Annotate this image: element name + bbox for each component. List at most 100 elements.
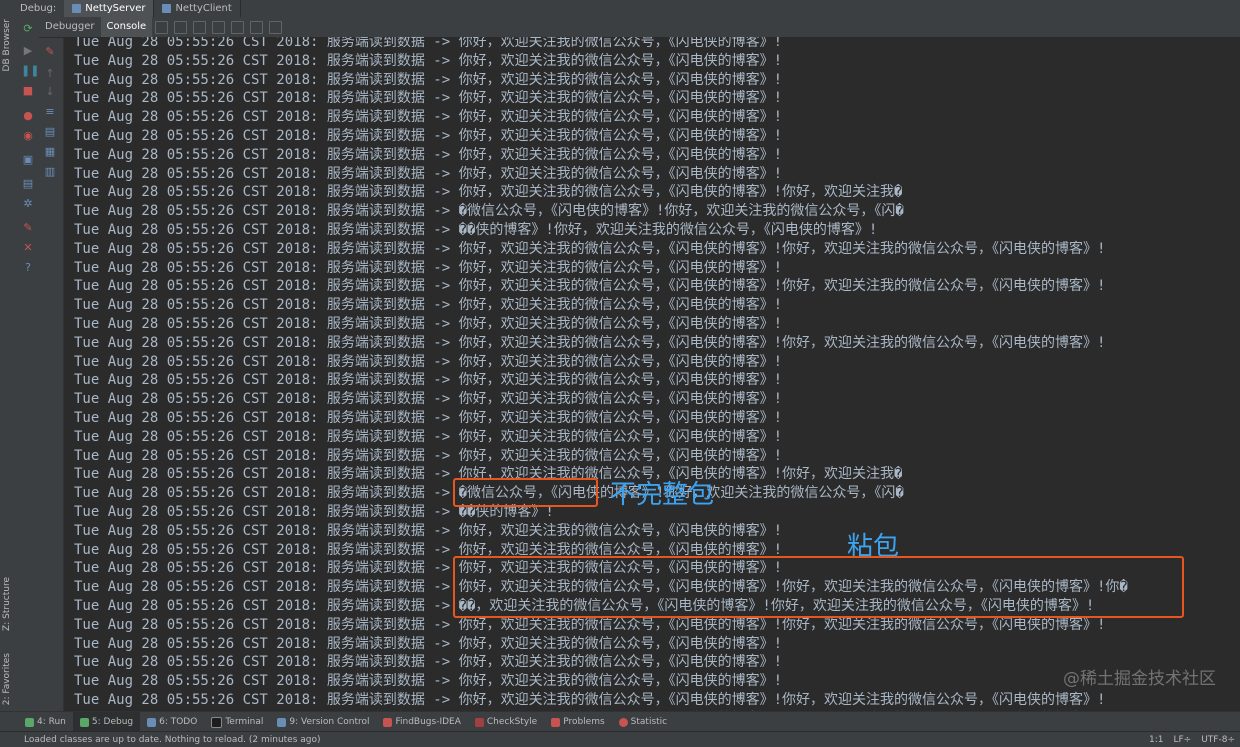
vcs-icon: [277, 717, 287, 727]
todo-icon: [147, 717, 157, 727]
log-line: Tue Aug 28 05:55:26 CST 2018: 服务端读到数据 ->…: [74, 52, 783, 69]
tab-debugger[interactable]: Debugger: [39, 17, 101, 37]
log-line: Tue Aug 28 05:55:26 CST 2018: 服务端读到数据 ->…: [74, 635, 783, 652]
log-line: Tue Aug 28 05:55:26 CST 2018: 服务端读到数据 ->…: [74, 466, 903, 483]
tool-label: 5: Debug: [91, 717, 134, 727]
tool-label: Problems: [563, 717, 605, 727]
log-line: Tue Aug 28 05:55:26 CST 2018: 服务端读到数据 ->…: [74, 278, 1106, 295]
caret-position[interactable]: 1:1: [1144, 735, 1168, 745]
tab-nettyclient[interactable]: NettyClient: [154, 0, 241, 17]
log-line: Tue Aug 28 05:55:26 CST 2018: 服务端读到数据 ->…: [74, 673, 783, 690]
stop-icon[interactable]: ■: [21, 84, 35, 98]
log-line: Tue Aug 28 05:55:26 CST 2018: 服务端读到数据 ->…: [74, 409, 783, 426]
tool-statistic[interactable]: Statistic: [612, 712, 674, 732]
log-line: Tue Aug 28 05:55:26 CST 2018: 服务端读到数据 ->…: [74, 165, 783, 182]
close-icon[interactable]: ✕: [21, 241, 35, 255]
pin-icon[interactable]: ✎: [21, 221, 35, 235]
step-over-icon[interactable]: [155, 20, 169, 34]
left-tool-strip: DB Browser Z: Structure 2: Favorites: [0, 17, 18, 711]
tool-findbugs[interactable]: FindBugs-IDEA: [376, 712, 467, 732]
camera-icon[interactable]: ▣: [21, 153, 35, 167]
terminal-icon: [211, 716, 223, 728]
tool-label: FindBugs-IDEA: [395, 717, 461, 727]
down-arrow-icon[interactable]: ↓: [43, 85, 57, 99]
scroll-end-icon[interactable]: ▤: [43, 125, 57, 139]
log-line: Tue Aug 28 05:55:26 CST 2018: 服务端读到数据 ->…: [74, 503, 554, 520]
clear-icon[interactable]: ✎: [43, 45, 57, 59]
settings-icon[interactable]: ✲: [21, 197, 35, 211]
log-line: Tue Aug 28 05:55:26 CST 2018: 服务端读到数据 ->…: [74, 90, 783, 107]
log-line: Tue Aug 28 05:55:26 CST 2018: 服务端读到数据 ->…: [74, 221, 878, 238]
resume-icon[interactable]: ▶: [21, 44, 35, 58]
log-line: Tue Aug 28 05:55:26 CST 2018: 服务端读到数据 ->…: [74, 447, 783, 464]
up-arrow-icon[interactable]: ↑: [43, 67, 57, 81]
force-step-into-icon[interactable]: [193, 20, 207, 34]
app-icon: [72, 4, 82, 13]
breakpoints-icon[interactable]: ●: [21, 109, 35, 123]
log-line: Tue Aug 28 05:55:26 CST 2018: 服务端读到数据 ->…: [74, 203, 904, 220]
line-separator[interactable]: LF÷: [1168, 735, 1196, 745]
app-icon: [162, 4, 172, 13]
tab-label: NettyClient: [175, 3, 232, 14]
watermark: @稀土掘金技术社区: [1063, 669, 1216, 689]
soft-wrap-icon[interactable]: ≡: [43, 105, 57, 119]
log-line: Tue Aug 28 05:55:26 CST 2018: 服务端读到数据 ->…: [74, 522, 783, 539]
log-line: Tue Aug 28 05:55:26 CST 2018: 服务端读到数据 ->…: [74, 259, 783, 276]
incomplete-packet-highlight: [453, 478, 598, 507]
log-line: Tue Aug 28 05:55:26 CST 2018: 服务端读到数据 ->…: [74, 616, 1106, 633]
status-bar: Loaded classes are up to date. Nothing t…: [0, 731, 1240, 747]
log-line: Tue Aug 28 05:55:26 CST 2018: 服务端读到数据 ->…: [74, 297, 783, 314]
console-output[interactable]: Tue Aug 28 05:55:26 CST 2018: 服务端读到数据 ->…: [64, 37, 1240, 711]
statistic-icon: [618, 717, 628, 727]
layout-icon[interactable]: ▤: [21, 177, 35, 191]
log-line: Tue Aug 28 05:55:26 CST 2018: 服务端读到数据 ->…: [74, 654, 783, 671]
frames-icon[interactable]: [269, 20, 283, 34]
mute-breakpoints-icon[interactable]: ◉: [21, 129, 35, 143]
log-line: Tue Aug 28 05:55:26 CST 2018: 服务端读到数据 ->…: [74, 37, 783, 50]
tool-run[interactable]: 4: Run: [18, 712, 73, 732]
tab-nettyserver[interactable]: NettyServer: [64, 0, 155, 17]
tool-terminal[interactable]: Terminal: [204, 712, 270, 732]
evaluate-icon[interactable]: [250, 20, 264, 34]
trash-icon[interactable]: ▥: [43, 165, 57, 179]
tool-debug[interactable]: 5: Debug: [72, 712, 141, 732]
log-line: Tue Aug 28 05:55:26 CST 2018: 服务端读到数据 ->…: [74, 485, 904, 502]
favorites-tab[interactable]: 2: Favorites: [2, 653, 12, 705]
file-encoding[interactable]: UTF-8÷: [1196, 735, 1240, 745]
checkstyle-icon: [474, 717, 484, 727]
tool-label: CheckStyle: [486, 717, 538, 727]
tab-console[interactable]: Console: [100, 17, 153, 37]
step-out-icon[interactable]: [212, 20, 226, 34]
pause-icon[interactable]: ❚❚: [21, 64, 39, 78]
log-line: Tue Aug 28 05:55:26 CST 2018: 服务端读到数据 ->…: [74, 146, 783, 163]
log-line: Tue Aug 28 05:55:26 CST 2018: 服务端读到数据 ->…: [74, 315, 783, 332]
debug-label: Debug:: [20, 3, 57, 14]
log-line: Tue Aug 28 05:55:26 CST 2018: 服务端读到数据 ->…: [74, 353, 783, 370]
log-line: Tue Aug 28 05:55:26 CST 2018: 服务端读到数据 ->…: [74, 240, 1106, 257]
tool-label: 9: Version Control: [289, 717, 370, 727]
log-line: Tue Aug 28 05:55:26 CST 2018: 服务端读到数据 ->…: [74, 184, 903, 201]
findbugs-icon: [383, 717, 393, 727]
run-to-cursor-icon[interactable]: [231, 20, 245, 34]
debugger-console-tabs: Debugger Console: [39, 17, 1240, 38]
log-line: Tue Aug 28 05:55:26 CST 2018: 服务端读到数据 ->…: [74, 372, 783, 389]
tool-label: 6: TODO: [159, 717, 198, 727]
tool-version-control[interactable]: 9: Version Control: [270, 712, 376, 732]
tool-checkstyle[interactable]: CheckStyle: [468, 712, 544, 732]
tab-label: NettyServer: [85, 3, 146, 14]
db-browser-tab[interactable]: DB Browser: [2, 19, 12, 71]
run-icon: [25, 717, 34, 727]
debug-icon: [79, 717, 89, 727]
structure-tab[interactable]: Z: Structure: [2, 577, 12, 631]
log-line: Tue Aug 28 05:55:26 CST 2018: 服务端读到数据 ->…: [74, 127, 783, 144]
log-line: Tue Aug 28 05:55:26 CST 2018: 服务端读到数据 ->…: [74, 428, 783, 445]
print-icon[interactable]: ▦: [43, 145, 57, 159]
log-line: Tue Aug 28 05:55:26 CST 2018: 服务端读到数据 ->…: [74, 391, 783, 408]
tool-problems[interactable]: Problems: [544, 712, 611, 732]
tool-label: Statistic: [630, 717, 668, 727]
problems-icon: [551, 717, 561, 727]
rerun-icon[interactable]: ⟳: [21, 22, 35, 36]
step-into-icon[interactable]: [174, 20, 188, 34]
help-icon[interactable]: ?: [21, 261, 35, 275]
tool-todo[interactable]: 6: TODO: [140, 712, 204, 732]
